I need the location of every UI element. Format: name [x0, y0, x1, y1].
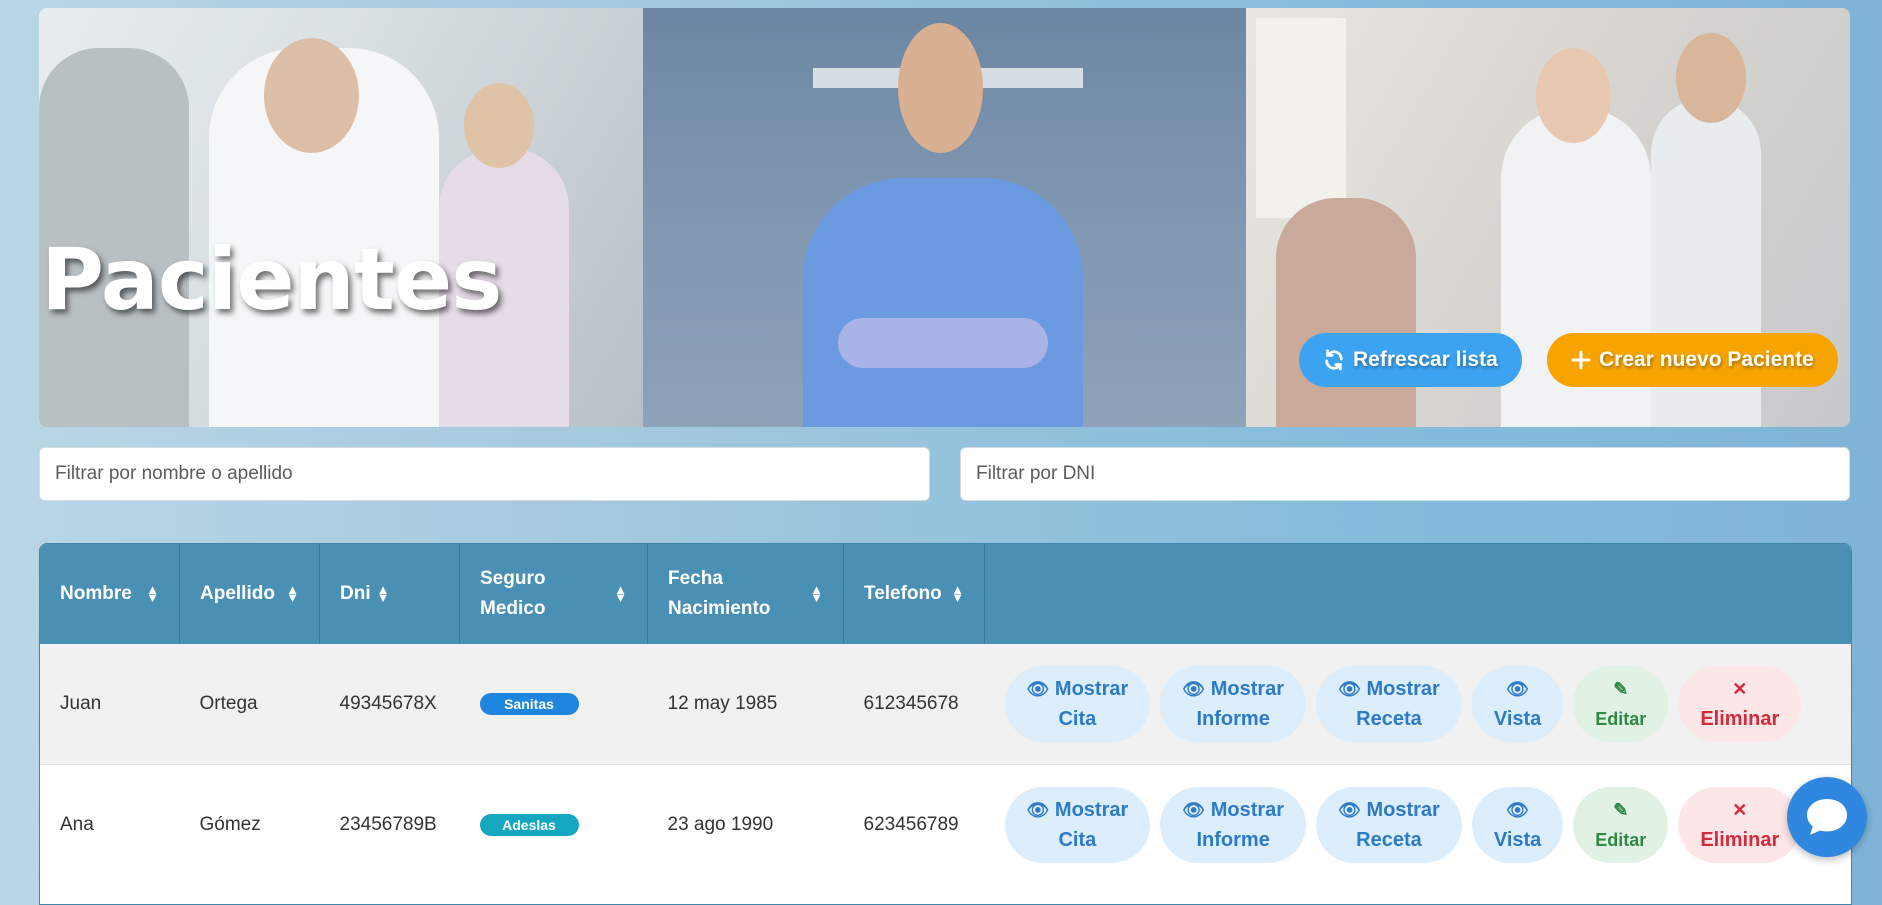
eye-icon: 👁	[1026, 800, 1050, 820]
cell-dni: 49345678X	[319, 644, 460, 765]
show-prescription-button[interactable]: 👁 Mostrar Receta	[1316, 666, 1462, 742]
column-header-label: Telefono	[864, 583, 942, 604]
button-label: Receta	[1356, 829, 1422, 851]
column-header-fecha-nacimiento[interactable]: Fecha Nacimiento ▲ ▼	[647, 544, 844, 644]
sort-icon[interactable]: ▲ ▼	[146, 583, 159, 604]
cell-nombre: Juan	[40, 644, 180, 765]
refresh-list-button[interactable]: Refrescar lista	[1299, 333, 1522, 387]
sort-icon[interactable]: ▲ ▼	[614, 583, 627, 604]
cell-dni: 23456789B	[319, 764, 460, 885]
sort-icon[interactable]: ▲ ▼	[810, 583, 823, 604]
cell-fecha: 12 may 1985	[647, 644, 844, 765]
eye-icon: 👁	[1182, 679, 1206, 699]
button-label: Vista	[1493, 829, 1542, 851]
column-header-seguro-medico[interactable]: Seguro Medico ▲ ▼	[459, 544, 648, 644]
column-header-label: Apellido	[200, 583, 275, 604]
column-header-label: Seguro Medico	[480, 568, 546, 619]
cell-seguro: Sanitas	[459, 644, 648, 765]
button-label: Mostrar	[1210, 799, 1285, 821]
view-button[interactable]: 👁 Vista	[1471, 787, 1564, 863]
eye-icon: 👁	[1506, 679, 1529, 699]
table-header-row: Nombre ▲ ▼ Apellido ▲ ▼ Dni ▲ ▼ Seguro Medico ▲…	[40, 544, 1851, 644]
edit-button[interactable]: ✎ Editar	[1573, 787, 1669, 863]
refresh-icon	[1325, 349, 1343, 371]
sort-icon[interactable]: ▲ ▼	[951, 583, 964, 604]
delete-button[interactable]: ✕ Eliminar	[1678, 787, 1802, 863]
column-header-dni[interactable]: Dni ▲ ▼	[319, 544, 460, 644]
edit-button[interactable]: ✎ Editar	[1573, 666, 1669, 742]
column-header-actions	[984, 544, 1851, 644]
refresh-list-label: Refrescar lista	[1353, 348, 1498, 371]
eye-icon: 👁	[1338, 800, 1361, 820]
column-header-apellido[interactable]: Apellido ▲ ▼	[179, 544, 320, 644]
button-label: Eliminar	[1700, 708, 1780, 730]
sort-icon[interactable]: ▲ ▼	[286, 583, 299, 604]
cell-nombre: Ana	[40, 764, 180, 885]
table-row: Juan Ortega 49345678X Sanitas 12 may 198…	[40, 644, 1851, 765]
button-label: Cita	[1058, 708, 1097, 730]
plus-icon	[1571, 350, 1591, 370]
pencil-icon: ✎	[1613, 800, 1629, 820]
cell-fecha: 23 ago 1990	[647, 764, 844, 885]
cell-apellido: Gómez	[179, 764, 320, 885]
delete-button[interactable]: ✕ Eliminar	[1678, 666, 1802, 742]
chat-button[interactable]	[1787, 777, 1867, 857]
show-report-button[interactable]: 👁 Mostrar Informe	[1160, 666, 1307, 742]
button-label: Eliminar	[1700, 829, 1780, 851]
cell-seguro: Adeslas	[459, 764, 648, 885]
cell-telefono: 623456789	[843, 764, 985, 885]
button-label: Informe	[1196, 829, 1270, 851]
patients-table: Nombre ▲ ▼ Apellido ▲ ▼ Dni ▲ ▼ Seguro Medico ▲…	[39, 543, 1852, 905]
dni-filter-input[interactable]	[960, 447, 1850, 501]
cell-apellido: Ortega	[179, 644, 320, 765]
table-row: Ana Gómez 23456789B Adeslas 23 ago 1990 …	[40, 764, 1851, 885]
button-label: Mostrar	[1210, 678, 1285, 700]
cell-actions: 👁 Mostrar Cita 👁 Mostrar Informe 👁 Mostrar…	[984, 644, 1851, 765]
show-prescription-button[interactable]: 👁 Mostrar Receta	[1316, 787, 1462, 863]
page-container: Pacientes Refrescar lista Crear nuevo Pa…	[39, 8, 1852, 905]
insurance-badge: Sanitas	[479, 693, 579, 715]
close-icon: ✕	[1732, 800, 1748, 820]
create-patient-button[interactable]: Crear nuevo Paciente	[1547, 333, 1838, 387]
show-appointment-button[interactable]: 👁 Mostrar Cita	[1004, 666, 1151, 742]
column-header-telefono[interactable]: Telefono ▲ ▼	[843, 544, 985, 644]
button-label: Receta	[1356, 708, 1422, 730]
eye-icon: 👁	[1506, 800, 1529, 820]
create-patient-label: Crear nuevo Paciente	[1599, 348, 1814, 371]
eye-icon: 👁	[1026, 679, 1050, 699]
button-label: Editar	[1595, 830, 1647, 850]
button-label: Cita	[1058, 829, 1097, 851]
column-header-label: Dni	[340, 583, 371, 604]
column-header-label: Fecha Nacimiento	[668, 568, 771, 619]
insurance-badge: Adeslas	[479, 814, 579, 836]
name-filter-input[interactable]	[39, 447, 930, 501]
close-icon: ✕	[1732, 679, 1748, 699]
chat-bubble-icon	[1807, 799, 1847, 835]
button-label: Vista	[1493, 708, 1542, 730]
column-header-label: Nombre	[60, 583, 132, 604]
show-report-button[interactable]: 👁 Mostrar Informe	[1160, 787, 1307, 863]
view-button[interactable]: 👁 Vista	[1471, 666, 1564, 742]
eye-icon: 👁	[1182, 800, 1206, 820]
show-appointment-button[interactable]: 👁 Mostrar Cita	[1004, 787, 1151, 863]
sort-icon[interactable]: ▲ ▼	[377, 583, 390, 604]
button-label: Informe	[1196, 708, 1270, 730]
button-label: Mostrar	[1054, 799, 1129, 821]
button-label: Mostrar	[1366, 678, 1440, 700]
page-title: Pacientes	[41, 230, 502, 330]
pencil-icon: ✎	[1613, 679, 1629, 699]
button-label: Mostrar	[1054, 678, 1129, 700]
button-label: Editar	[1595, 709, 1647, 729]
column-header-nombre[interactable]: Nombre ▲ ▼	[40, 544, 180, 644]
hero-image-doctors-handshake	[39, 8, 643, 427]
filters-bar	[39, 447, 1850, 503]
cell-actions: 👁 Mostrar Cita 👁 Mostrar Informe 👁 Mostrar…	[984, 764, 1851, 885]
eye-icon: 👁	[1338, 679, 1361, 699]
hero-image-nurse	[642, 8, 1247, 427]
button-label: Mostrar	[1366, 799, 1440, 821]
hero-banner: Pacientes Refrescar lista Crear nuevo Pa…	[39, 8, 1850, 427]
cell-telefono: 612345678	[843, 644, 985, 765]
